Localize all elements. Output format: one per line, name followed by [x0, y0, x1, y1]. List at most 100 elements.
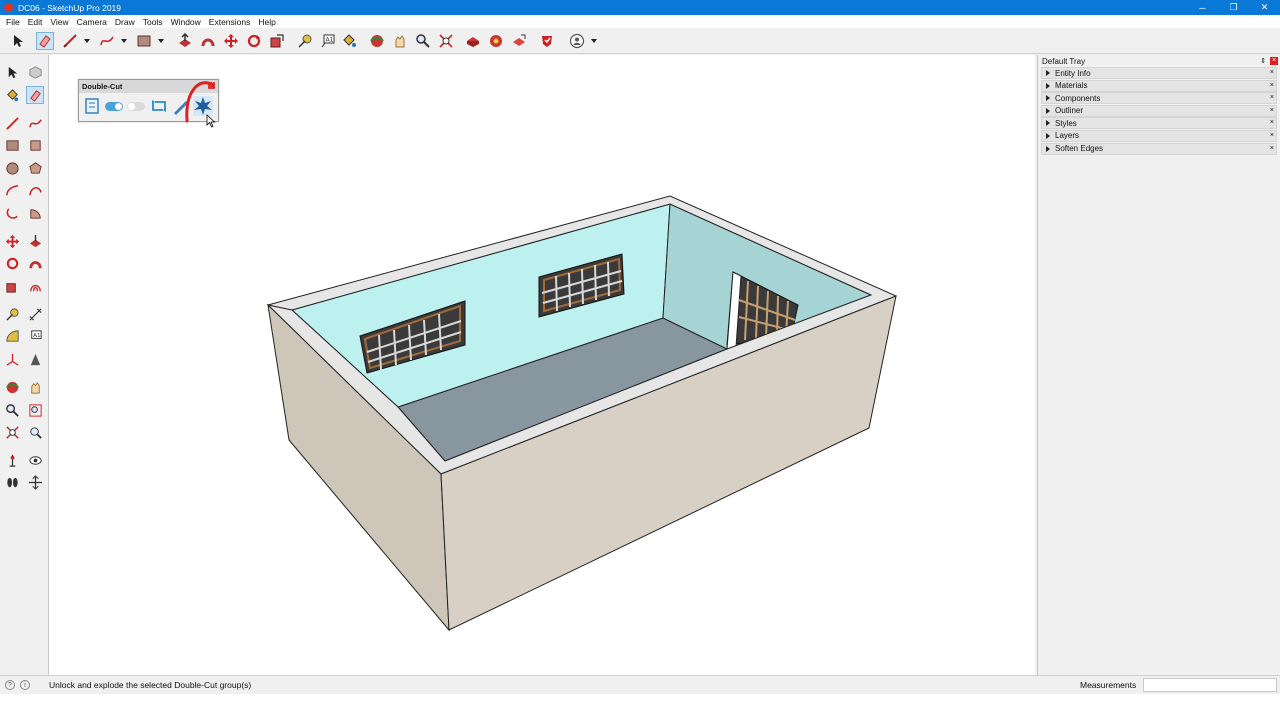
pan-tool-icon[interactable]	[391, 32, 409, 50]
menu-tools[interactable]: Tools	[139, 17, 167, 27]
eraser-tool-icon[interactable]	[36, 32, 54, 50]
arc-dropdown-icon[interactable]	[120, 37, 128, 45]
zoom-window-icon[interactable]	[26, 401, 44, 419]
push-pull-tool-icon[interactable]	[26, 232, 44, 250]
close-button[interactable]: ✕	[1249, 0, 1280, 15]
freehand-tool-icon[interactable]	[98, 32, 116, 50]
line-tool-icon[interactable]	[61, 32, 79, 50]
eraser-icon[interactable]	[26, 86, 44, 104]
panel-layers[interactable]: Layers ×	[1041, 129, 1277, 142]
expand-triangle-icon	[1046, 70, 1050, 76]
previous-view-icon[interactable]	[26, 423, 44, 441]
menu-help[interactable]: Help	[254, 17, 279, 27]
tape-measure-tool-icon[interactable]	[3, 305, 21, 323]
make-component-icon[interactable]	[26, 63, 44, 81]
protractor-icon[interactable]	[3, 327, 21, 345]
extension-warehouse-icon[interactable]	[487, 32, 505, 50]
position-camera-icon[interactable]	[3, 451, 21, 469]
menu-window[interactable]: Window	[167, 17, 205, 27]
scale-icon[interactable]	[3, 277, 21, 295]
zoom-extents-tool-icon[interactable]	[3, 423, 21, 441]
pie-icon[interactable]	[26, 204, 44, 222]
follow-me-tool-icon[interactable]	[26, 254, 44, 272]
two-point-arc-icon[interactable]	[26, 181, 44, 199]
walk-icon[interactable]	[3, 473, 21, 491]
menu-view[interactable]: View	[46, 17, 72, 27]
double-cut-create-icon[interactable]	[83, 96, 103, 116]
menu-draw[interactable]: Draw	[111, 17, 139, 27]
offset-icon[interactable]	[26, 277, 44, 295]
paint-bucket-icon[interactable]	[340, 32, 358, 50]
panel-styles[interactable]: Styles ×	[1041, 117, 1277, 130]
panel-close-icon[interactable]: ×	[1270, 119, 1274, 126]
section-plane-icon[interactable]	[26, 473, 44, 491]
rotated-rectangle-icon[interactable]	[26, 136, 44, 154]
panel-close-icon[interactable]: ×	[1270, 132, 1274, 139]
profile-dropdown-icon[interactable]	[590, 37, 598, 45]
drawing-area[interactable]: Double-Cut ×	[49, 55, 1035, 675]
shape-dropdown-icon[interactable]	[157, 37, 165, 45]
push-pull-icon[interactable]	[176, 32, 194, 50]
text-tool-icon[interactable]: A1	[319, 32, 337, 50]
double-cut-refresh-icon[interactable]	[149, 96, 169, 116]
tape-measure-icon[interactable]	[296, 32, 314, 50]
panel-close-icon[interactable]: ×	[1270, 107, 1274, 114]
panel-materials[interactable]: Materials ×	[1041, 79, 1277, 92]
follow-me-icon[interactable]	[199, 32, 217, 50]
panel-outliner[interactable]: Outliner ×	[1041, 104, 1277, 117]
panel-components[interactable]: Components ×	[1041, 92, 1277, 105]
orbit-icon[interactable]	[3, 378, 21, 396]
panel-close-icon[interactable]: ×	[1270, 82, 1274, 89]
dimension-icon[interactable]	[26, 305, 44, 323]
polygon-icon[interactable]	[26, 159, 44, 177]
3d-text-icon[interactable]	[26, 350, 44, 368]
extension-manager-icon[interactable]	[538, 32, 556, 50]
menu-edit[interactable]: Edit	[24, 17, 47, 27]
rectangle-icon[interactable]	[3, 136, 21, 154]
scale-tool-icon[interactable]	[268, 32, 286, 50]
rectangle-tool-icon[interactable]	[135, 32, 153, 50]
tray-close-button[interactable]: ×	[1270, 57, 1278, 65]
minimize-button[interactable]: ─	[1187, 0, 1218, 15]
axes-icon[interactable]	[3, 350, 21, 368]
line-dropdown-icon[interactable]	[83, 37, 91, 45]
tray-pin-icon[interactable]: ⇕	[1260, 57, 1266, 65]
double-cut-toggle-off-icon[interactable]	[126, 96, 146, 116]
panel-soften-edges[interactable]: Soften Edges ×	[1041, 142, 1277, 155]
paint-icon[interactable]	[3, 86, 21, 104]
freehand-icon[interactable]	[26, 114, 44, 132]
info-icon[interactable]: i	[20, 680, 30, 690]
select-tool-icon[interactable]	[9, 32, 27, 50]
orbit-tool-icon[interactable]	[368, 32, 386, 50]
pencil-icon[interactable]	[3, 114, 21, 132]
double-cut-toggle-on-icon[interactable]	[104, 96, 124, 116]
share-model-icon[interactable]	[510, 32, 528, 50]
warehouse-icon[interactable]	[464, 32, 482, 50]
menu-extensions[interactable]: Extensions	[205, 17, 255, 27]
move-icon[interactable]	[3, 232, 21, 250]
zoom-icon[interactable]	[3, 401, 21, 419]
rotate-tool-icon[interactable]	[245, 32, 263, 50]
room-model	[266, 195, 898, 632]
three-point-arc-icon[interactable]	[3, 204, 21, 222]
zoom-tool-icon[interactable]	[414, 32, 432, 50]
panel-close-icon[interactable]: ×	[1270, 94, 1274, 101]
select-icon[interactable]	[3, 63, 21, 81]
panel-close-icon[interactable]: ×	[1270, 145, 1274, 152]
text-icon[interactable]: A1	[26, 327, 44, 345]
look-around-icon[interactable]	[26, 451, 44, 469]
zoom-extents-icon[interactable]	[437, 32, 455, 50]
geo-location-icon[interactable]: ?	[5, 680, 15, 690]
menu-file[interactable]: File	[2, 17, 24, 27]
panel-entity-info[interactable]: Entity Info ×	[1041, 67, 1277, 79]
rotate-icon[interactable]	[3, 254, 21, 272]
measurements-input[interactable]	[1143, 678, 1277, 692]
profile-icon[interactable]	[568, 32, 586, 50]
menu-camera[interactable]: Camera	[73, 17, 111, 27]
circle-icon[interactable]	[3, 159, 21, 177]
panel-close-icon[interactable]: ×	[1270, 69, 1274, 76]
restore-button[interactable]: ❐	[1218, 0, 1249, 15]
move-tool-icon[interactable]	[222, 32, 240, 50]
pan-icon[interactable]	[26, 378, 44, 396]
arc-icon[interactable]	[3, 181, 21, 199]
